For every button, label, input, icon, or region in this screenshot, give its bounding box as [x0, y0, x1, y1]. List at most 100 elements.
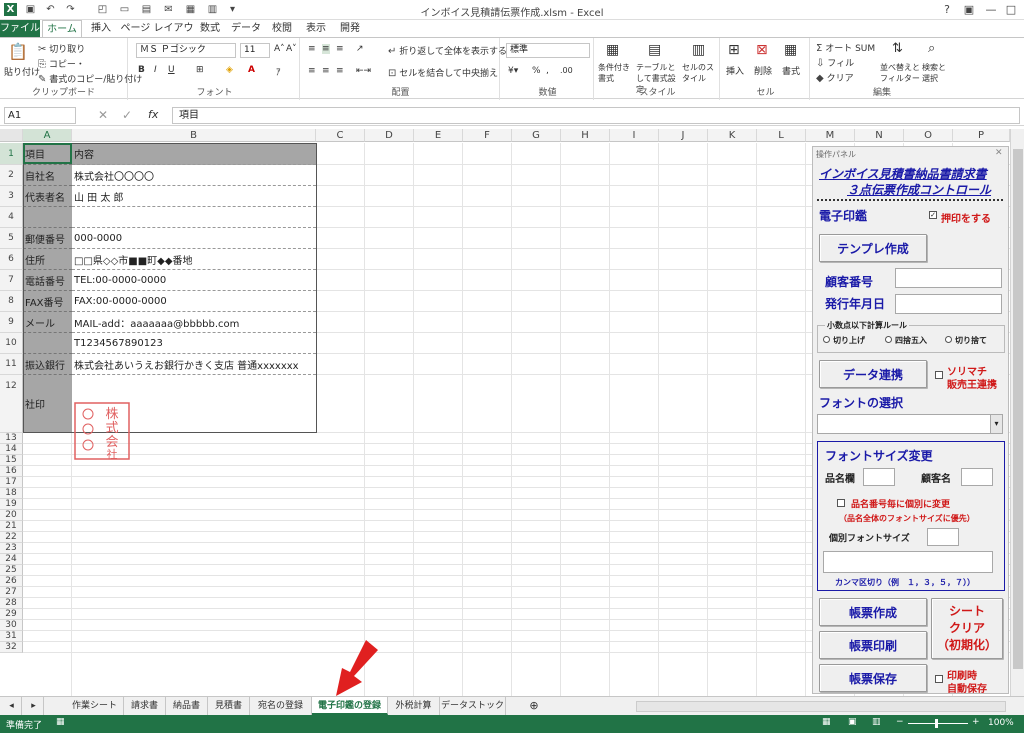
vertical-scrollbar[interactable] [1010, 129, 1024, 696]
tab-home[interactable]: ホーム [42, 20, 82, 37]
phonetic-icon[interactable]: ｱ [276, 65, 281, 78]
seal-checkbox[interactable]: ✓ [929, 211, 937, 219]
zoom-slider[interactable] [908, 723, 968, 724]
sheet-tab-estimate[interactable]: 見積書 [208, 697, 250, 715]
fill-button[interactable]: ⇩ フィル [816, 56, 854, 69]
dropdown-arrow-icon[interactable]: ▾ [990, 415, 1002, 433]
round-half-radio[interactable] [885, 336, 892, 343]
individual-numbers-input[interactable] [823, 551, 993, 573]
col-header[interactable]: G [512, 129, 561, 142]
find-select-icon[interactable]: ⌕ [928, 41, 935, 56]
autosum-button[interactable]: Σ オート SUM [816, 41, 875, 54]
fill-color-icon[interactable]: ◈ [226, 65, 233, 75]
align-left-icon[interactable]: ≡ [308, 66, 316, 76]
table-value-cell[interactable]: 株式会社あいうえお銀行かきく支店 普通xxxxxxx [72, 354, 316, 375]
customer-name-input[interactable] [961, 468, 993, 486]
col-header[interactable]: M [806, 129, 855, 142]
comma-button[interactable]: , [546, 66, 549, 76]
individual-change-checkbox[interactable] [837, 499, 845, 507]
col-header[interactable]: I [610, 129, 659, 142]
print-form-button[interactable]: 帳票印刷 [819, 631, 927, 659]
col-header[interactable]: N [855, 129, 904, 142]
font-size-combo[interactable]: 11 [240, 43, 270, 58]
tab-file[interactable]: ファイル [0, 20, 40, 37]
create-form-button[interactable]: 帳票作成 [819, 598, 927, 626]
ribbon-display-button[interactable]: ▣ [958, 2, 980, 18]
merge-center-button[interactable]: ⊡ セルを結合して中央揃え [388, 66, 498, 79]
table-label-cell[interactable]: 住所 [23, 249, 72, 270]
panel-close-button[interactable]: ✕ [995, 148, 1003, 158]
cut-button[interactable]: ✂ 切り取り [38, 42, 85, 55]
tab-data[interactable]: データ [228, 20, 264, 37]
table-value-cell[interactable]: 000-0000 [72, 228, 316, 249]
formula-input[interactable]: 項目 [172, 107, 1020, 124]
horizontal-scrollbar[interactable] [636, 701, 1006, 712]
align-top-icon[interactable]: ≡ [308, 44, 316, 54]
zoom-level[interactable]: 100% [988, 718, 1014, 728]
percent-button[interactable]: % [532, 66, 541, 76]
table-label-cell[interactable]: 電話番号 [23, 270, 72, 291]
delete-cells-button[interactable]: 削除 [754, 64, 772, 77]
col-header[interactable]: P [953, 129, 1010, 142]
sort-filter-button[interactable]: 並べ替えとフィルター [880, 62, 920, 84]
col-header[interactable]: E [414, 129, 463, 142]
grow-font-icon[interactable]: A˄ [274, 44, 285, 54]
row-header[interactable]: 1 [0, 143, 23, 165]
col-header[interactable]: F [463, 129, 512, 142]
align-middle-icon[interactable]: ≡ [322, 44, 330, 54]
underline-button[interactable]: U [168, 65, 175, 75]
row-header[interactable]: 20 [0, 510, 23, 521]
currency-icon[interactable]: ¥▾ [508, 66, 518, 76]
format-painter-button[interactable]: ✎ 書式のコピー/貼り付け [38, 72, 142, 85]
col-header[interactable]: J [659, 129, 708, 142]
data-link-button[interactable]: データ連携 [819, 360, 927, 388]
col-header[interactable]: B [72, 129, 316, 142]
scroll-tabs-left-icon[interactable]: ◂ [2, 697, 22, 715]
border-icon[interactable]: ⊞ [196, 65, 204, 75]
font-name-combo[interactable]: ＭＳ Ｐゴシック [136, 43, 236, 58]
table-value-cell[interactable] [72, 207, 316, 228]
font-color-icon[interactable]: A [248, 65, 255, 75]
customer-no-input[interactable] [895, 268, 1002, 288]
row-header[interactable]: 31 [0, 631, 23, 642]
tab-developer[interactable]: 開発 [336, 20, 364, 37]
page-layout-view-icon[interactable]: ▣ [848, 717, 857, 727]
shrink-font-icon[interactable]: A˅ [286, 44, 297, 54]
orientation-icon[interactable]: ↗ [356, 44, 364, 54]
row-header[interactable]: 27 [0, 587, 23, 598]
round-down-radio[interactable] [945, 336, 952, 343]
round-up-radio[interactable] [823, 336, 830, 343]
row-header[interactable]: 19 [0, 499, 23, 510]
issue-date-input[interactable] [895, 294, 1002, 314]
zoom-in-icon[interactable]: + [972, 717, 980, 727]
add-sheet-icon[interactable]: ⊕ [524, 697, 544, 715]
name-box[interactable]: A1 [4, 107, 76, 124]
row-header[interactable]: 5 [0, 228, 23, 249]
row-header[interactable]: 24 [0, 554, 23, 565]
cell-style-button[interactable]: セルのスタイル [682, 62, 716, 84]
table-label-cell[interactable]: 郵便番号 [23, 228, 72, 249]
normal-view-icon[interactable]: ▦ [822, 717, 831, 727]
table-label-cell[interactable]: メール [23, 312, 72, 333]
table-label-cell[interactable]: FAX番号 [23, 291, 72, 312]
table-value-cell[interactable]: FAX:00-0000-0000 [72, 291, 316, 312]
row-header[interactable]: 29 [0, 609, 23, 620]
scroll-tabs-right-icon[interactable]: ▸ [24, 697, 44, 715]
row-header[interactable]: 14 [0, 444, 23, 455]
auto-save-checkbox[interactable] [935, 675, 943, 683]
sort-filter-icon[interactable]: ⇅ [892, 41, 903, 56]
wrap-text-button[interactable]: ↵ 折り返して全体を表示する [388, 44, 507, 57]
sheet-tab-work[interactable]: 作業シート [66, 697, 124, 715]
align-bottom-icon[interactable]: ≡ [336, 44, 344, 54]
table-value-cell[interactable]: MAIL-add：aaaaaaa@bbbbb.com [72, 312, 316, 333]
col-header[interactable]: L [757, 129, 806, 142]
cell-style-icon[interactable]: ▥ [692, 42, 705, 58]
col-header[interactable]: O [904, 129, 953, 142]
zoom-out-icon[interactable]: − [896, 717, 904, 727]
row-header[interactable]: 12 [0, 375, 23, 433]
format-cells-icon[interactable]: ▦ [784, 42, 797, 58]
row-header[interactable]: 28 [0, 598, 23, 609]
tab-view[interactable]: 表示 [302, 20, 330, 37]
row-header[interactable]: 13 [0, 433, 23, 444]
row-header[interactable]: 16 [0, 466, 23, 477]
